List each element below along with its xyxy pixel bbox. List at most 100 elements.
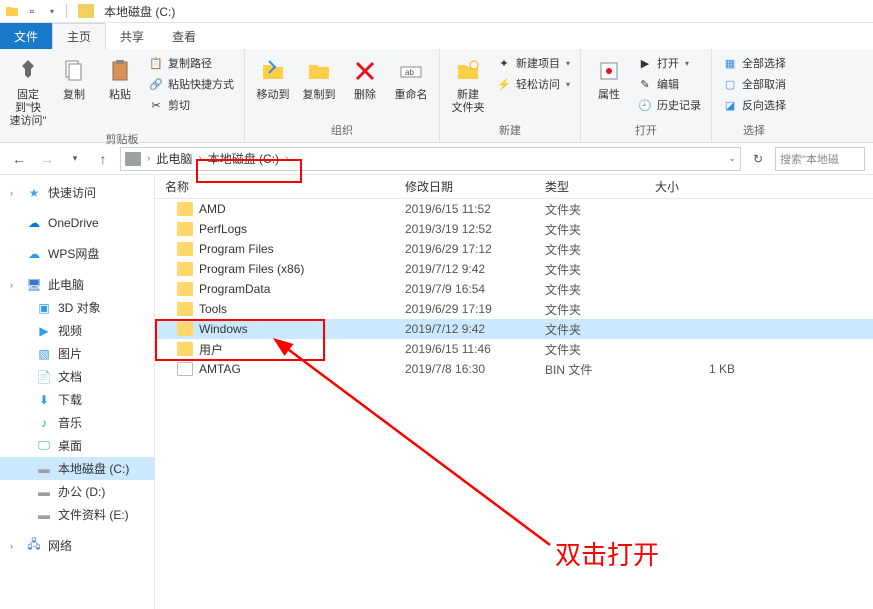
sidebar-item[interactable]: ☁OneDrive (0, 212, 154, 234)
invertsel-button[interactable]: ◪反向选择 (718, 95, 790, 115)
file-row[interactable]: Program Files (x86)2019/7/12 9:42文件夹 (155, 259, 873, 279)
pasteshortcut-button[interactable]: 🔗粘贴快捷方式 (144, 74, 238, 94)
download-icon: ⬇ (36, 392, 52, 408)
back-button[interactable]: ← (8, 148, 30, 170)
open-button[interactable]: ▶打开▾ (633, 53, 705, 73)
file-row[interactable]: PerfLogs 2019/3/19 12:52文件夹 (155, 219, 873, 239)
group-label-organize: 组织 (251, 122, 433, 140)
qat-icon[interactable]: ▫ (24, 3, 40, 19)
expand-icon[interactable]: › (10, 280, 20, 290)
cut-button[interactable]: ✂剪切 (144, 95, 238, 115)
copypath-button[interactable]: 📋复制路径 (144, 53, 238, 73)
rename-button[interactable]: ab 重命名 (389, 53, 433, 104)
folder-icon (177, 322, 193, 336)
cloud-icon: ☁ (26, 215, 42, 231)
sidebar-item[interactable]: ⬇下载 (0, 388, 154, 411)
moveto-icon (257, 55, 289, 87)
expand-icon[interactable]: › (10, 188, 20, 198)
recent-button[interactable]: ▾ (64, 148, 86, 170)
chevron-icon[interactable]: › (145, 153, 152, 164)
sidebar-item[interactable]: ☁WPS网盘 (0, 242, 154, 265)
music-icon: ♪ (36, 415, 52, 431)
dropdown-icon[interactable]: ⌄ (728, 153, 736, 164)
file-row[interactable]: Program Files2019/6/29 17:12文件夹 (155, 239, 873, 259)
file-name: PerfLogs (199, 222, 247, 236)
sidebar-item[interactable]: 📄文档 (0, 365, 154, 388)
up-button[interactable]: ↑ (92, 148, 114, 170)
sidebar-item[interactable]: ›🖥此电脑 (0, 273, 154, 296)
group-label-open: 打开 (587, 122, 705, 140)
col-size[interactable]: 大小 (655, 178, 755, 195)
breadcrumb[interactable]: › 此电脑 › 本地磁盘 (C:) › ⌄ (120, 147, 741, 171)
file-content: 名称 修改日期 类型 大小 AMD2019/6/15 11:52文件夹PerfL… (155, 175, 873, 609)
sidebar-item-label: 视频 (58, 322, 82, 339)
tab-share[interactable]: 共享 (106, 23, 158, 49)
sidebar-item-label: 桌面 (58, 437, 82, 454)
chevron-icon[interactable]: › (283, 153, 290, 164)
folder-icon (177, 242, 193, 256)
tab-view[interactable]: 查看 (158, 23, 210, 49)
refresh-button[interactable]: ↻ (747, 148, 769, 170)
sidebar-item[interactable]: ▬办公 (D:) (0, 480, 154, 503)
file-date: 2019/3/19 12:52 (405, 222, 545, 236)
col-name[interactable]: 名称 (155, 178, 405, 195)
delete-button[interactable]: 删除 (343, 53, 387, 104)
sidebar-item[interactable]: ▬本地磁盘 (C:) (0, 457, 154, 480)
selectall-button[interactable]: ▦全部选择 (718, 53, 790, 73)
sidebar-item[interactable]: ♪音乐 (0, 411, 154, 434)
pin-button[interactable]: 固定到"快 速访问" (6, 53, 50, 131)
newfolder-button[interactable]: 新建 文件夹 (446, 53, 490, 117)
tab-file[interactable]: 文件 (0, 23, 52, 49)
col-type[interactable]: 类型 (545, 178, 655, 195)
folder-icon (177, 202, 193, 216)
file-type: 文件夹 (545, 221, 655, 238)
selectnone-button[interactable]: ▢全部取消 (718, 74, 790, 94)
properties-button[interactable]: 属性 (587, 53, 631, 115)
drive-icon: ▬ (36, 484, 52, 500)
file-list: AMD2019/6/15 11:52文件夹 PerfLogs 2019/3/19 1… (155, 199, 873, 379)
titlebar: ▫ ▾ 本地磁盘 (C:) (0, 0, 873, 23)
col-date[interactable]: 修改日期 (405, 178, 545, 195)
tab-home[interactable]: 主页 (52, 23, 106, 49)
forward-button[interactable]: → (36, 148, 58, 170)
sidebar-item[interactable]: ▶视频 (0, 319, 154, 342)
edit-button[interactable]: ✎编辑 (633, 74, 705, 94)
qat-dropdown[interactable]: ▾ (44, 3, 60, 19)
folder-icon (177, 342, 193, 356)
file-type: 文件夹 (545, 301, 655, 318)
copy-button[interactable]: 复制 (52, 53, 96, 131)
copyto-button[interactable]: 复制到 (297, 53, 341, 104)
sidebar-item[interactable]: ▬文件资料 (E:) (0, 503, 154, 526)
column-headers[interactable]: 名称 修改日期 类型 大小 (155, 175, 873, 199)
chevron-icon[interactable]: › (196, 153, 203, 164)
sidebar-item-label: 3D 对象 (58, 299, 101, 316)
sidebar-item-label: 图片 (58, 345, 82, 362)
search-input[interactable]: 搜索"本地磁 (775, 147, 865, 171)
paste-button[interactable]: 粘贴 (98, 53, 142, 131)
crumb-thispc[interactable]: 此电脑 (152, 150, 196, 167)
easyaccess-button[interactable]: ⚡轻松访问▾ (492, 74, 574, 94)
moveto-button[interactable]: 移动到 (251, 53, 295, 104)
doc-icon: 📄 (36, 369, 52, 385)
svg-text:ab: ab (405, 68, 414, 77)
group-label-select: 选择 (718, 122, 790, 140)
file-name: AMD (199, 202, 226, 216)
sidebar-item[interactable]: ▧图片 (0, 342, 154, 365)
sidebar-item[interactable]: ›★快速访问 (0, 181, 154, 204)
file-row[interactable]: ProgramData2019/7/9 16:54文件夹 (155, 279, 873, 299)
sidebar-item[interactable]: ›🖧网络 (0, 534, 154, 557)
crumb-drive[interactable]: 本地磁盘 (C:) (204, 150, 283, 167)
file-row[interactable]: 用户2019/6/15 11:46文件夹 (155, 339, 873, 359)
history-button[interactable]: 🕘历史记录 (633, 95, 705, 115)
sidebar-item[interactable]: ▣3D 对象 (0, 296, 154, 319)
file-row[interactable]: AMD2019/6/15 11:52文件夹 (155, 199, 873, 219)
newitem-button[interactable]: ✦新建项目▾ (492, 53, 574, 73)
sidebar-item[interactable]: 🖵桌面 (0, 434, 154, 457)
sidebar-item-label: WPS网盘 (48, 245, 99, 262)
expand-icon[interactable]: › (10, 541, 20, 551)
file-row[interactable]: AMTAG2019/7/8 16:30BIN 文件1 KB (155, 359, 873, 379)
ribbon-tabs: 文件 主页 共享 查看 (0, 23, 873, 49)
file-row[interactable]: Windows2019/7/12 9:42文件夹 (155, 319, 873, 339)
file-row[interactable]: Tools2019/6/29 17:19文件夹 (155, 299, 873, 319)
file-name: AMTAG (199, 362, 241, 376)
